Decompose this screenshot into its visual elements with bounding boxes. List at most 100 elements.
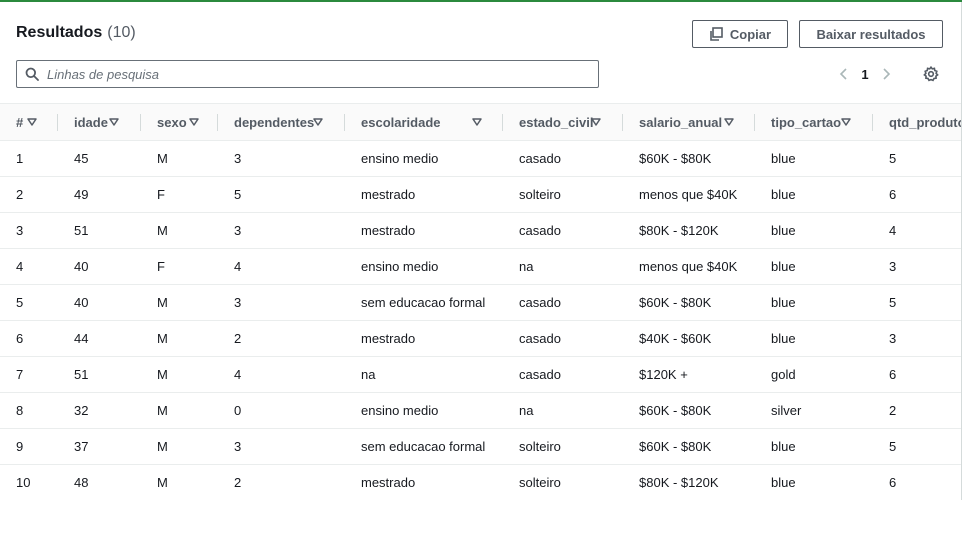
table-cell: mestrado <box>345 176 503 213</box>
results-table-container[interactable]: # idade sexo dependentes escolaridade estado_… <box>0 103 962 501</box>
copy-button[interactable]: Copiar <box>692 20 788 48</box>
table-cell: menos que $40K <box>623 176 755 213</box>
table-cell: blue <box>755 140 873 177</box>
table-cell: 5 <box>873 428 961 465</box>
table-cell: blue <box>755 428 873 465</box>
results-header: Resultados (10) <box>16 24 136 42</box>
table-row[interactable]: 9 37 M 3 sem educacao formal solteiro $60K - $… <box>0 428 961 465</box>
table-cell: blue <box>755 248 873 285</box>
table-cell: blue <box>755 320 873 357</box>
results-title: Resultados <box>16 24 103 41</box>
table-cell: 40 <box>58 284 141 321</box>
table-cell: $60K - $80K <box>623 140 755 177</box>
table-cell: 2 <box>873 392 961 429</box>
page-number-current[interactable]: 1 <box>854 67 876 82</box>
table-body: 1 45 M 3 ensino medio casado $60K - $80K blue 5 2… <box>0 140 961 501</box>
table-cell: mestrado <box>361 475 416 491</box>
sort-caret-down-icon[interactable] <box>841 117 851 127</box>
table-cell: 7 <box>0 356 58 393</box>
chevron-left-icon[interactable] <box>834 64 854 84</box>
results-table: # idade sexo dependentes escolaridade estado_… <box>0 103 962 501</box>
column-header[interactable]: # <box>0 103 58 141</box>
table-row[interactable]: 3 51 M 3 mestrado casado $80K - $120K blue 4 <box>0 212 961 249</box>
column-header[interactable]: estado_civil <box>503 103 623 141</box>
table-cell: 3 <box>0 212 58 249</box>
search-input[interactable] <box>47 66 587 82</box>
table-cell: ensino medio <box>345 140 503 177</box>
table-cell: 51 <box>58 212 141 249</box>
table-row[interactable]: 2 49 F 5 mestrado solteiro menos que $40K blue 6 <box>0 176 961 213</box>
table-cell: gold <box>755 356 873 393</box>
table-cell: blue <box>771 475 796 491</box>
table-row[interactable]: 8 32 M 0 ensino medio na $60K - $80K silver 2 <box>0 392 961 429</box>
results-panel: Resultados (10) Copiar Baixar resultados… <box>0 2 962 500</box>
copy-icon <box>709 27 723 41</box>
table-row[interactable]: 7 51 M 4 na casado $120K + gold 6 <box>0 356 961 393</box>
table-cell: casado <box>503 212 623 249</box>
table-cell: 3 <box>873 320 961 357</box>
table-cell: 4 <box>873 212 961 249</box>
table-cell: casado <box>503 140 623 177</box>
table-cell: $60K - $80K <box>623 392 755 429</box>
table-cell: 2 <box>218 320 345 357</box>
column-header[interactable]: sexo <box>141 103 218 141</box>
table-row[interactable]: 10 48 M 2 mestrado solteiro $80K - $120K blue 6 <box>0 465 961 501</box>
table-cell: 48 <box>74 475 89 491</box>
sort-caret-down-icon[interactable] <box>472 117 482 127</box>
column-header[interactable]: qtd_produto <box>873 103 962 141</box>
table-cell: 4 <box>0 248 58 285</box>
table-cell: 32 <box>58 392 141 429</box>
download-results-button[interactable]: Baixar resultados <box>799 20 943 48</box>
table-cell: 40 <box>58 248 141 285</box>
table-cell: $120K + <box>623 356 755 393</box>
column-header[interactable]: tipo_cartao <box>755 103 873 141</box>
search-field[interactable] <box>16 60 599 88</box>
gear-icon[interactable] <box>922 65 940 83</box>
sort-caret-down-icon[interactable] <box>591 117 601 127</box>
column-header-label: salario_anual <box>639 115 723 131</box>
table-cell: M <box>157 475 168 491</box>
table-cell: 5 <box>218 176 345 213</box>
table-cell: mestrado <box>345 320 503 357</box>
column-header-label: # <box>16 115 24 131</box>
sort-caret-down-icon[interactable] <box>189 117 199 127</box>
sort-caret-down-icon[interactable] <box>724 117 734 127</box>
table-cell: 2 <box>234 475 242 491</box>
chevron-right-icon[interactable] <box>876 64 896 84</box>
column-header[interactable]: salario_anual <box>623 103 755 141</box>
table-cell: solteiro <box>519 475 561 491</box>
column-header-label: escolaridade <box>361 115 441 131</box>
sort-caret-down-icon[interactable] <box>27 117 37 127</box>
table-cell: blue <box>755 176 873 213</box>
table-cell: $60K - $80K <box>623 284 755 321</box>
table-cell: 6 <box>873 176 961 213</box>
table-cell: 3 <box>218 140 345 177</box>
column-header[interactable]: idade <box>58 103 141 141</box>
table-row[interactable]: 4 40 F 4 ensino medio na menos que $40K blue 3 <box>0 248 961 285</box>
table-cell: casado <box>503 320 623 357</box>
table-cell: 5 <box>873 140 961 177</box>
table-cell: 3 <box>218 284 345 321</box>
table-cell: F <box>141 176 218 213</box>
table-cell: 8 <box>0 392 58 429</box>
table-cell: M <box>141 140 218 177</box>
table-cell: 1 <box>0 140 58 177</box>
sort-caret-down-icon[interactable] <box>313 117 323 127</box>
table-cell: 44 <box>58 320 141 357</box>
table-cell: 49 <box>58 176 141 213</box>
table-cell: na <box>345 356 503 393</box>
table-cell: 4 <box>218 248 345 285</box>
column-header-label: qtd_produto <box>889 115 962 131</box>
table-row[interactable]: 5 40 M 3 sem educacao formal casado $60K - $80… <box>0 284 961 321</box>
table-row[interactable]: 1 45 M 3 ensino medio casado $60K - $80K blue 5 <box>0 140 961 177</box>
column-header[interactable]: escolaridade <box>345 103 503 141</box>
table-cell: 6 <box>889 475 897 491</box>
table-row[interactable]: 6 44 M 2 mestrado casado $40K - $60K blue 3 <box>0 320 961 357</box>
table-cell: M <box>141 284 218 321</box>
column-header[interactable]: dependentes <box>218 103 345 141</box>
sort-caret-down-icon[interactable] <box>109 117 119 127</box>
table-cell: silver <box>755 392 873 429</box>
table-cell: 4 <box>218 356 345 393</box>
table-cell: M <box>141 392 218 429</box>
table-cell: $80K - $120K <box>623 212 755 249</box>
